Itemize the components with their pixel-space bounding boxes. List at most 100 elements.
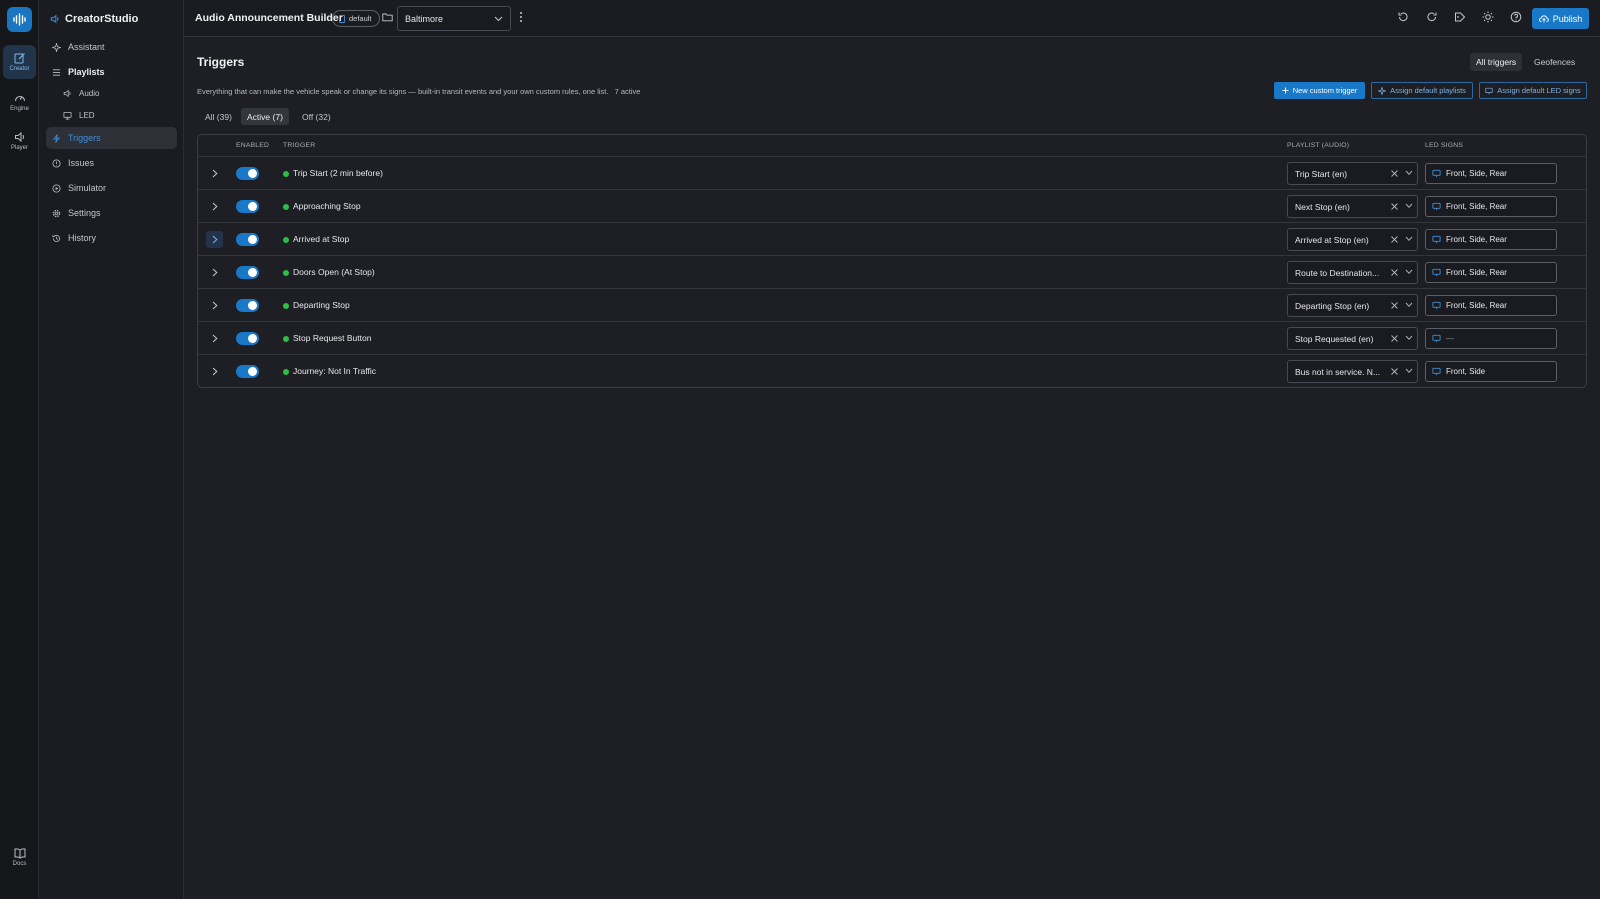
- trigger-name: Journey: Not In Traffic: [293, 366, 376, 376]
- enabled-toggle[interactable]: [236, 332, 259, 345]
- expand-row-button[interactable]: [206, 165, 223, 182]
- trigger-name: Trip Start (2 min before): [293, 168, 383, 178]
- help-icon[interactable]: [1510, 11, 1522, 23]
- tab-all-triggers[interactable]: All triggers: [1470, 53, 1523, 71]
- clear-icon[interactable]: [1390, 334, 1399, 343]
- playlist-select-value: Next Stop (en): [1295, 202, 1350, 212]
- sidebar-item-settings[interactable]: Settings: [46, 202, 177, 224]
- new-custom-trigger-button[interactable]: New custom trigger: [1274, 82, 1365, 99]
- assign-default-led-signs-button[interactable]: Assign default LED signs: [1479, 82, 1587, 99]
- sidebar-item-playlists[interactable]: Playlists: [46, 61, 177, 83]
- led-signs-field[interactable]: Front, Side: [1425, 361, 1557, 382]
- project-select[interactable]: Baltimore: [397, 6, 511, 31]
- filter-active[interactable]: Active (7): [241, 108, 289, 125]
- playlist-select[interactable]: Route to Destination...: [1287, 261, 1418, 284]
- rail-item-docs[interactable]: Docs: [3, 840, 36, 874]
- edit-icon: [14, 53, 25, 64]
- sidebar-item-history[interactable]: History: [46, 227, 177, 249]
- rail-item-creator[interactable]: Creator: [3, 45, 36, 79]
- enabled-toggle[interactable]: [236, 167, 259, 180]
- tag-icon[interactable]: [1454, 11, 1466, 23]
- rail-item-player[interactable]: Player: [3, 124, 36, 158]
- speaker-icon: [14, 131, 24, 143]
- enabled-toggle[interactable]: [236, 365, 259, 378]
- active-status-dot: [283, 303, 289, 309]
- app-logo[interactable]: [7, 7, 32, 32]
- top-bar: Audio Announcement Builder default Balti…: [184, 0, 1600, 37]
- play-circle-icon: [52, 183, 61, 193]
- playlist-select[interactable]: Next Stop (en): [1287, 195, 1418, 218]
- sidebar-item-assistant[interactable]: Assistant: [46, 36, 177, 58]
- sidebar-item-issues[interactable]: Issues: [46, 152, 177, 174]
- expand-row-button[interactable]: [206, 264, 223, 281]
- playlist-select[interactable]: Stop Requested (en): [1287, 327, 1418, 350]
- main-content: Triggers All triggers Geofences Everythi…: [184, 37, 1600, 899]
- chevron-right-icon: [212, 301, 218, 310]
- undo-icon[interactable]: [1397, 11, 1409, 23]
- led-signs-field[interactable]: —: [1425, 328, 1557, 349]
- playlist-select[interactable]: Bus not in service. N...: [1287, 360, 1418, 383]
- chevron-down-icon: [494, 16, 503, 21]
- expand-row-button[interactable]: [206, 363, 223, 380]
- redo-icon[interactable]: [1426, 11, 1438, 23]
- chevron-down-icon: [1405, 368, 1413, 374]
- playlist-select-value: Trip Start (en): [1295, 169, 1348, 179]
- file-icon: [339, 14, 345, 23]
- clear-icon[interactable]: [1390, 235, 1399, 244]
- rail-item-label: Engine: [10, 106, 29, 112]
- assign-default-playlists-button[interactable]: Assign default playlists: [1371, 82, 1473, 99]
- monitor-icon: [1432, 301, 1441, 310]
- led-signs-field[interactable]: Front, Side, Rear: [1425, 295, 1557, 316]
- led-signs-value: —: [1446, 334, 1454, 343]
- expand-row-button[interactable]: [206, 198, 223, 215]
- table-row: Departing Stop Departing Stop (en) Front…: [198, 288, 1586, 322]
- speaker-icon: [50, 14, 59, 24]
- clear-icon[interactable]: [1390, 268, 1399, 277]
- playlist-select[interactable]: Trip Start (en): [1287, 162, 1418, 185]
- enabled-toggle[interactable]: [236, 299, 259, 312]
- led-signs-field[interactable]: Front, Side, Rear: [1425, 196, 1557, 217]
- cloud-upload-icon: [1538, 15, 1549, 23]
- app-rail: Creator Engine Player Docs: [0, 0, 39, 899]
- enabled-toggle[interactable]: [236, 266, 259, 279]
- column-header-playlist: PLAYLIST (AUDIO): [1287, 142, 1350, 149]
- filter-all[interactable]: All (39): [199, 108, 238, 125]
- expand-row-button[interactable]: [206, 231, 223, 248]
- sidebar-item-label: Playlists: [68, 67, 105, 77]
- expand-row-button[interactable]: [206, 297, 223, 314]
- sidebar-item-simulator[interactable]: Simulator: [46, 177, 177, 199]
- more-vertical-icon[interactable]: [519, 11, 523, 23]
- table-row: Arrived at Stop Arrived at Stop (en) Fro…: [198, 222, 1586, 256]
- chevron-down-icon: [1405, 335, 1413, 341]
- enabled-toggle[interactable]: [236, 200, 259, 213]
- monitor-icon: [1432, 268, 1441, 277]
- publish-button[interactable]: Publish: [1532, 8, 1589, 29]
- active-status-dot: [283, 336, 289, 342]
- playlist-select[interactable]: Arrived at Stop (en): [1287, 228, 1418, 251]
- sidebar-item-audio[interactable]: Audio: [57, 82, 177, 104]
- led-signs-field[interactable]: Front, Side, Rear: [1425, 163, 1557, 184]
- sun-icon[interactable]: [1482, 11, 1494, 23]
- button-label: Assign default LED signs: [1497, 86, 1581, 95]
- chevron-right-icon: [212, 235, 218, 244]
- clear-icon[interactable]: [1390, 202, 1399, 211]
- enabled-toggle[interactable]: [236, 233, 259, 246]
- sidebar-item-triggers[interactable]: Triggers: [46, 127, 177, 149]
- led-signs-field[interactable]: Front, Side, Rear: [1425, 229, 1557, 250]
- clear-icon[interactable]: [1390, 169, 1399, 178]
- rail-item-engine[interactable]: Engine: [3, 85, 36, 119]
- sidebar: CreatorStudio Assistant Playlists Audio …: [39, 0, 184, 899]
- chevron-down-icon: [1405, 170, 1413, 176]
- filter-off[interactable]: Off (32): [296, 108, 337, 125]
- led-signs-field[interactable]: Front, Side, Rear: [1425, 262, 1557, 283]
- clear-icon[interactable]: [1390, 367, 1399, 376]
- tab-geofences[interactable]: Geofences: [1528, 53, 1581, 71]
- clear-icon[interactable]: [1390, 301, 1399, 310]
- monitor-icon: [1432, 367, 1441, 376]
- sidebar-item-label: History: [68, 233, 97, 243]
- sidebar-item-led[interactable]: LED: [57, 104, 177, 126]
- chevron-down-icon: [1405, 269, 1413, 275]
- playlist-select[interactable]: Departing Stop (en): [1287, 294, 1418, 317]
- default-badge[interactable]: default: [332, 10, 380, 27]
- expand-row-button[interactable]: [206, 330, 223, 347]
